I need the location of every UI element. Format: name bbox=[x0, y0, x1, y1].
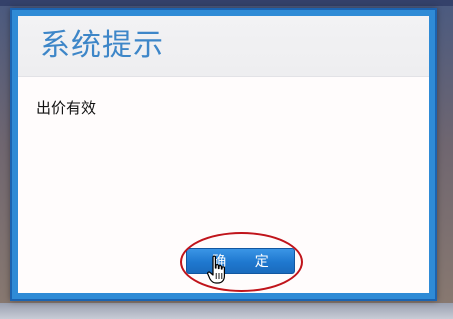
confirm-button[interactable]: 确 定 bbox=[186, 248, 295, 274]
dialog-title-bar: 系统提示 bbox=[18, 16, 429, 77]
page-backdrop-bottom bbox=[0, 303, 453, 319]
system-alert-dialog: 系统提示 出价有效 确 定 bbox=[10, 8, 437, 301]
dialog-title: 系统提示 bbox=[40, 28, 164, 63]
dialog-message: 出价有效 bbox=[36, 99, 97, 117]
page-backdrop-top bbox=[0, 0, 453, 6]
dialog-body: 系统提示 出价有效 确 定 bbox=[18, 16, 429, 293]
